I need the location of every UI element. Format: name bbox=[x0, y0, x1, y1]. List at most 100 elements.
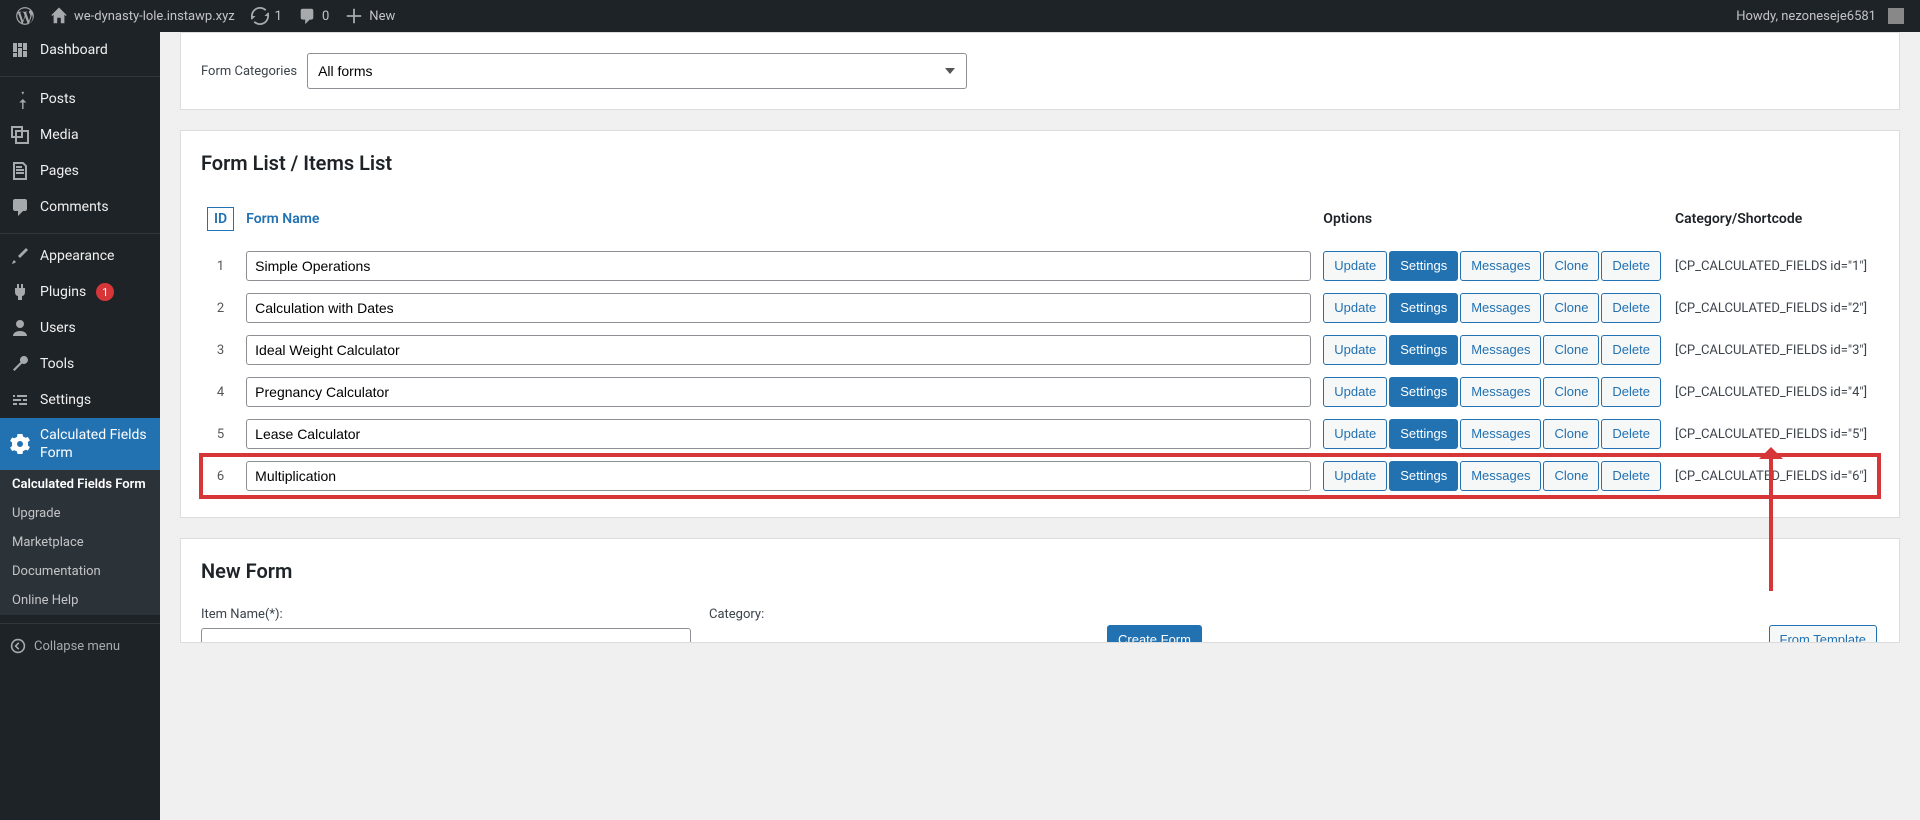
clone-button[interactable]: Clone bbox=[1543, 251, 1599, 281]
sidebar-item-comments[interactable]: Comments bbox=[0, 189, 160, 225]
update-button[interactable]: Update bbox=[1323, 461, 1387, 491]
messages-button[interactable]: Messages bbox=[1460, 293, 1541, 323]
collapse-menu[interactable]: Collapse menu bbox=[0, 628, 160, 664]
sidebar-item-calculated-fields-form[interactable]: Calculated Fields Form bbox=[0, 418, 160, 470]
sidebar-item-users[interactable]: Users bbox=[0, 310, 160, 346]
column-shortcode: Category/Shortcode bbox=[1669, 199, 1879, 245]
item-name-label: Item Name(*): bbox=[201, 607, 691, 622]
settings-button[interactable]: Settings bbox=[1389, 377, 1458, 407]
sidebar-submenu: Calculated Fields Form Upgrade Marketpla… bbox=[0, 470, 160, 615]
delete-button[interactable]: Delete bbox=[1601, 461, 1661, 491]
sidebar-item-plugins[interactable]: Plugins 1 bbox=[0, 274, 160, 310]
update-button[interactable]: Update bbox=[1323, 335, 1387, 365]
annotation-arrow bbox=[1769, 451, 1773, 591]
shortcode-text: [CP_CALCULATED_FIELDS id="4"] bbox=[1669, 371, 1879, 413]
settings-button[interactable]: Settings bbox=[1389, 461, 1458, 491]
site-name-text: we-dynasty-lole.instawp.xyz bbox=[74, 9, 235, 24]
update-button[interactable]: Update bbox=[1323, 293, 1387, 323]
settings-button[interactable]: Settings bbox=[1389, 293, 1458, 323]
create-form-button[interactable]: Create Form bbox=[1107, 625, 1202, 643]
form-name-input[interactable] bbox=[246, 461, 1311, 491]
clone-button[interactable]: Clone bbox=[1543, 377, 1599, 407]
new-form-panel: New Form Item Name(*): Category: Create … bbox=[180, 538, 1900, 643]
settings-button[interactable]: Settings bbox=[1389, 335, 1458, 365]
wrench-icon bbox=[10, 354, 30, 374]
submenu-documentation[interactable]: Documentation bbox=[0, 557, 160, 586]
row-id: 4 bbox=[201, 371, 240, 413]
sliders-icon bbox=[10, 390, 30, 410]
sidebar-item-posts[interactable]: Posts bbox=[0, 81, 160, 117]
updates-count: 1 bbox=[275, 9, 282, 24]
clone-button[interactable]: Clone bbox=[1543, 293, 1599, 323]
howdy-text: Howdy, nezoneseje6581 bbox=[1736, 9, 1876, 24]
plugins-update-badge: 1 bbox=[96, 283, 114, 301]
submenu-online-help[interactable]: Online Help bbox=[0, 586, 160, 615]
form-categories-select[interactable]: All forms bbox=[307, 53, 967, 89]
user-icon bbox=[10, 318, 30, 338]
update-icon bbox=[251, 7, 269, 25]
messages-button[interactable]: Messages bbox=[1460, 377, 1541, 407]
form-list-title: Form List / Items List bbox=[201, 151, 1879, 175]
media-icon bbox=[10, 125, 30, 145]
column-form-name[interactable]: Form Name bbox=[246, 211, 319, 227]
table-row: 3UpdateSettingsMessagesCloneDelete[CP_CA… bbox=[201, 329, 1879, 371]
settings-button[interactable]: Settings bbox=[1389, 251, 1458, 281]
forms-table: ID Form Name Options Category/Shortcode … bbox=[201, 199, 1879, 497]
update-button[interactable]: Update bbox=[1323, 251, 1387, 281]
comments-link[interactable]: 0 bbox=[290, 0, 337, 32]
sidebar-item-tools[interactable]: Tools bbox=[0, 346, 160, 382]
form-name-input[interactable] bbox=[246, 377, 1311, 407]
page-icon bbox=[10, 161, 30, 181]
form-name-input[interactable] bbox=[246, 419, 1311, 449]
delete-button[interactable]: Delete bbox=[1601, 293, 1661, 323]
delete-button[interactable]: Delete bbox=[1601, 335, 1661, 365]
home-icon bbox=[50, 7, 68, 25]
form-list-panel: Form List / Items List ID Form Name Opti… bbox=[180, 130, 1900, 518]
from-template-button[interactable]: From Template bbox=[1769, 625, 1877, 643]
shortcode-text: [CP_CALCULATED_FIELDS id="2"] bbox=[1669, 287, 1879, 329]
update-button[interactable]: Update bbox=[1323, 377, 1387, 407]
sidebar-item-appearance[interactable]: Appearance bbox=[0, 238, 160, 274]
column-id[interactable]: ID bbox=[207, 207, 234, 231]
sidebar-item-dashboard[interactable]: Dashboard bbox=[0, 32, 160, 68]
submenu-cff[interactable]: Calculated Fields Form bbox=[0, 470, 160, 499]
submenu-marketplace[interactable]: Marketplace bbox=[0, 528, 160, 557]
row-id: 5 bbox=[201, 413, 240, 455]
update-button[interactable]: Update bbox=[1323, 419, 1387, 449]
messages-button[interactable]: Messages bbox=[1460, 251, 1541, 281]
howdy-account[interactable]: Howdy, nezoneseje6581 bbox=[1728, 0, 1912, 32]
clone-button[interactable]: Clone bbox=[1543, 419, 1599, 449]
row-id: 1 bbox=[201, 245, 240, 287]
collapse-icon bbox=[10, 638, 26, 654]
form-name-input[interactable] bbox=[246, 251, 1311, 281]
sidebar-item-media[interactable]: Media bbox=[0, 117, 160, 153]
new-label: New bbox=[369, 9, 395, 24]
delete-button[interactable]: Delete bbox=[1601, 419, 1661, 449]
messages-button[interactable]: Messages bbox=[1460, 461, 1541, 491]
table-row: 4 UpdateSettingsMessagesCloneDelete [CP_CA… bbox=[201, 371, 1879, 413]
messages-button[interactable]: Messages bbox=[1460, 419, 1541, 449]
clone-button[interactable]: Clone bbox=[1543, 461, 1599, 491]
form-name-input[interactable] bbox=[246, 293, 1311, 323]
delete-button[interactable]: Delete bbox=[1601, 377, 1661, 407]
delete-button[interactable]: Delete bbox=[1601, 251, 1661, 281]
table-row: 6UpdateSettingsMessagesCloneDelete[CP_CA… bbox=[201, 455, 1879, 497]
submenu-upgrade[interactable]: Upgrade bbox=[0, 499, 160, 528]
messages-button[interactable]: Messages bbox=[1460, 335, 1541, 365]
comment-icon bbox=[298, 7, 316, 25]
updates-link[interactable]: 1 bbox=[243, 0, 290, 32]
plug-icon bbox=[10, 282, 30, 302]
wordpress-logo[interactable] bbox=[8, 0, 42, 32]
new-content-link[interactable]: New bbox=[337, 0, 403, 32]
avatar bbox=[1888, 8, 1904, 24]
item-name-input[interactable] bbox=[201, 628, 691, 643]
sidebar-item-settings[interactable]: Settings bbox=[0, 382, 160, 418]
clone-button[interactable]: Clone bbox=[1543, 335, 1599, 365]
row-id: 6 bbox=[201, 455, 240, 497]
row-id: 3 bbox=[201, 329, 240, 371]
form-name-input[interactable] bbox=[246, 335, 1311, 365]
site-name-link[interactable]: we-dynasty-lole.instawp.xyz bbox=[42, 0, 243, 32]
sidebar-item-pages[interactable]: Pages bbox=[0, 153, 160, 189]
settings-button[interactable]: Settings bbox=[1389, 419, 1458, 449]
row-id: 2 bbox=[201, 287, 240, 329]
